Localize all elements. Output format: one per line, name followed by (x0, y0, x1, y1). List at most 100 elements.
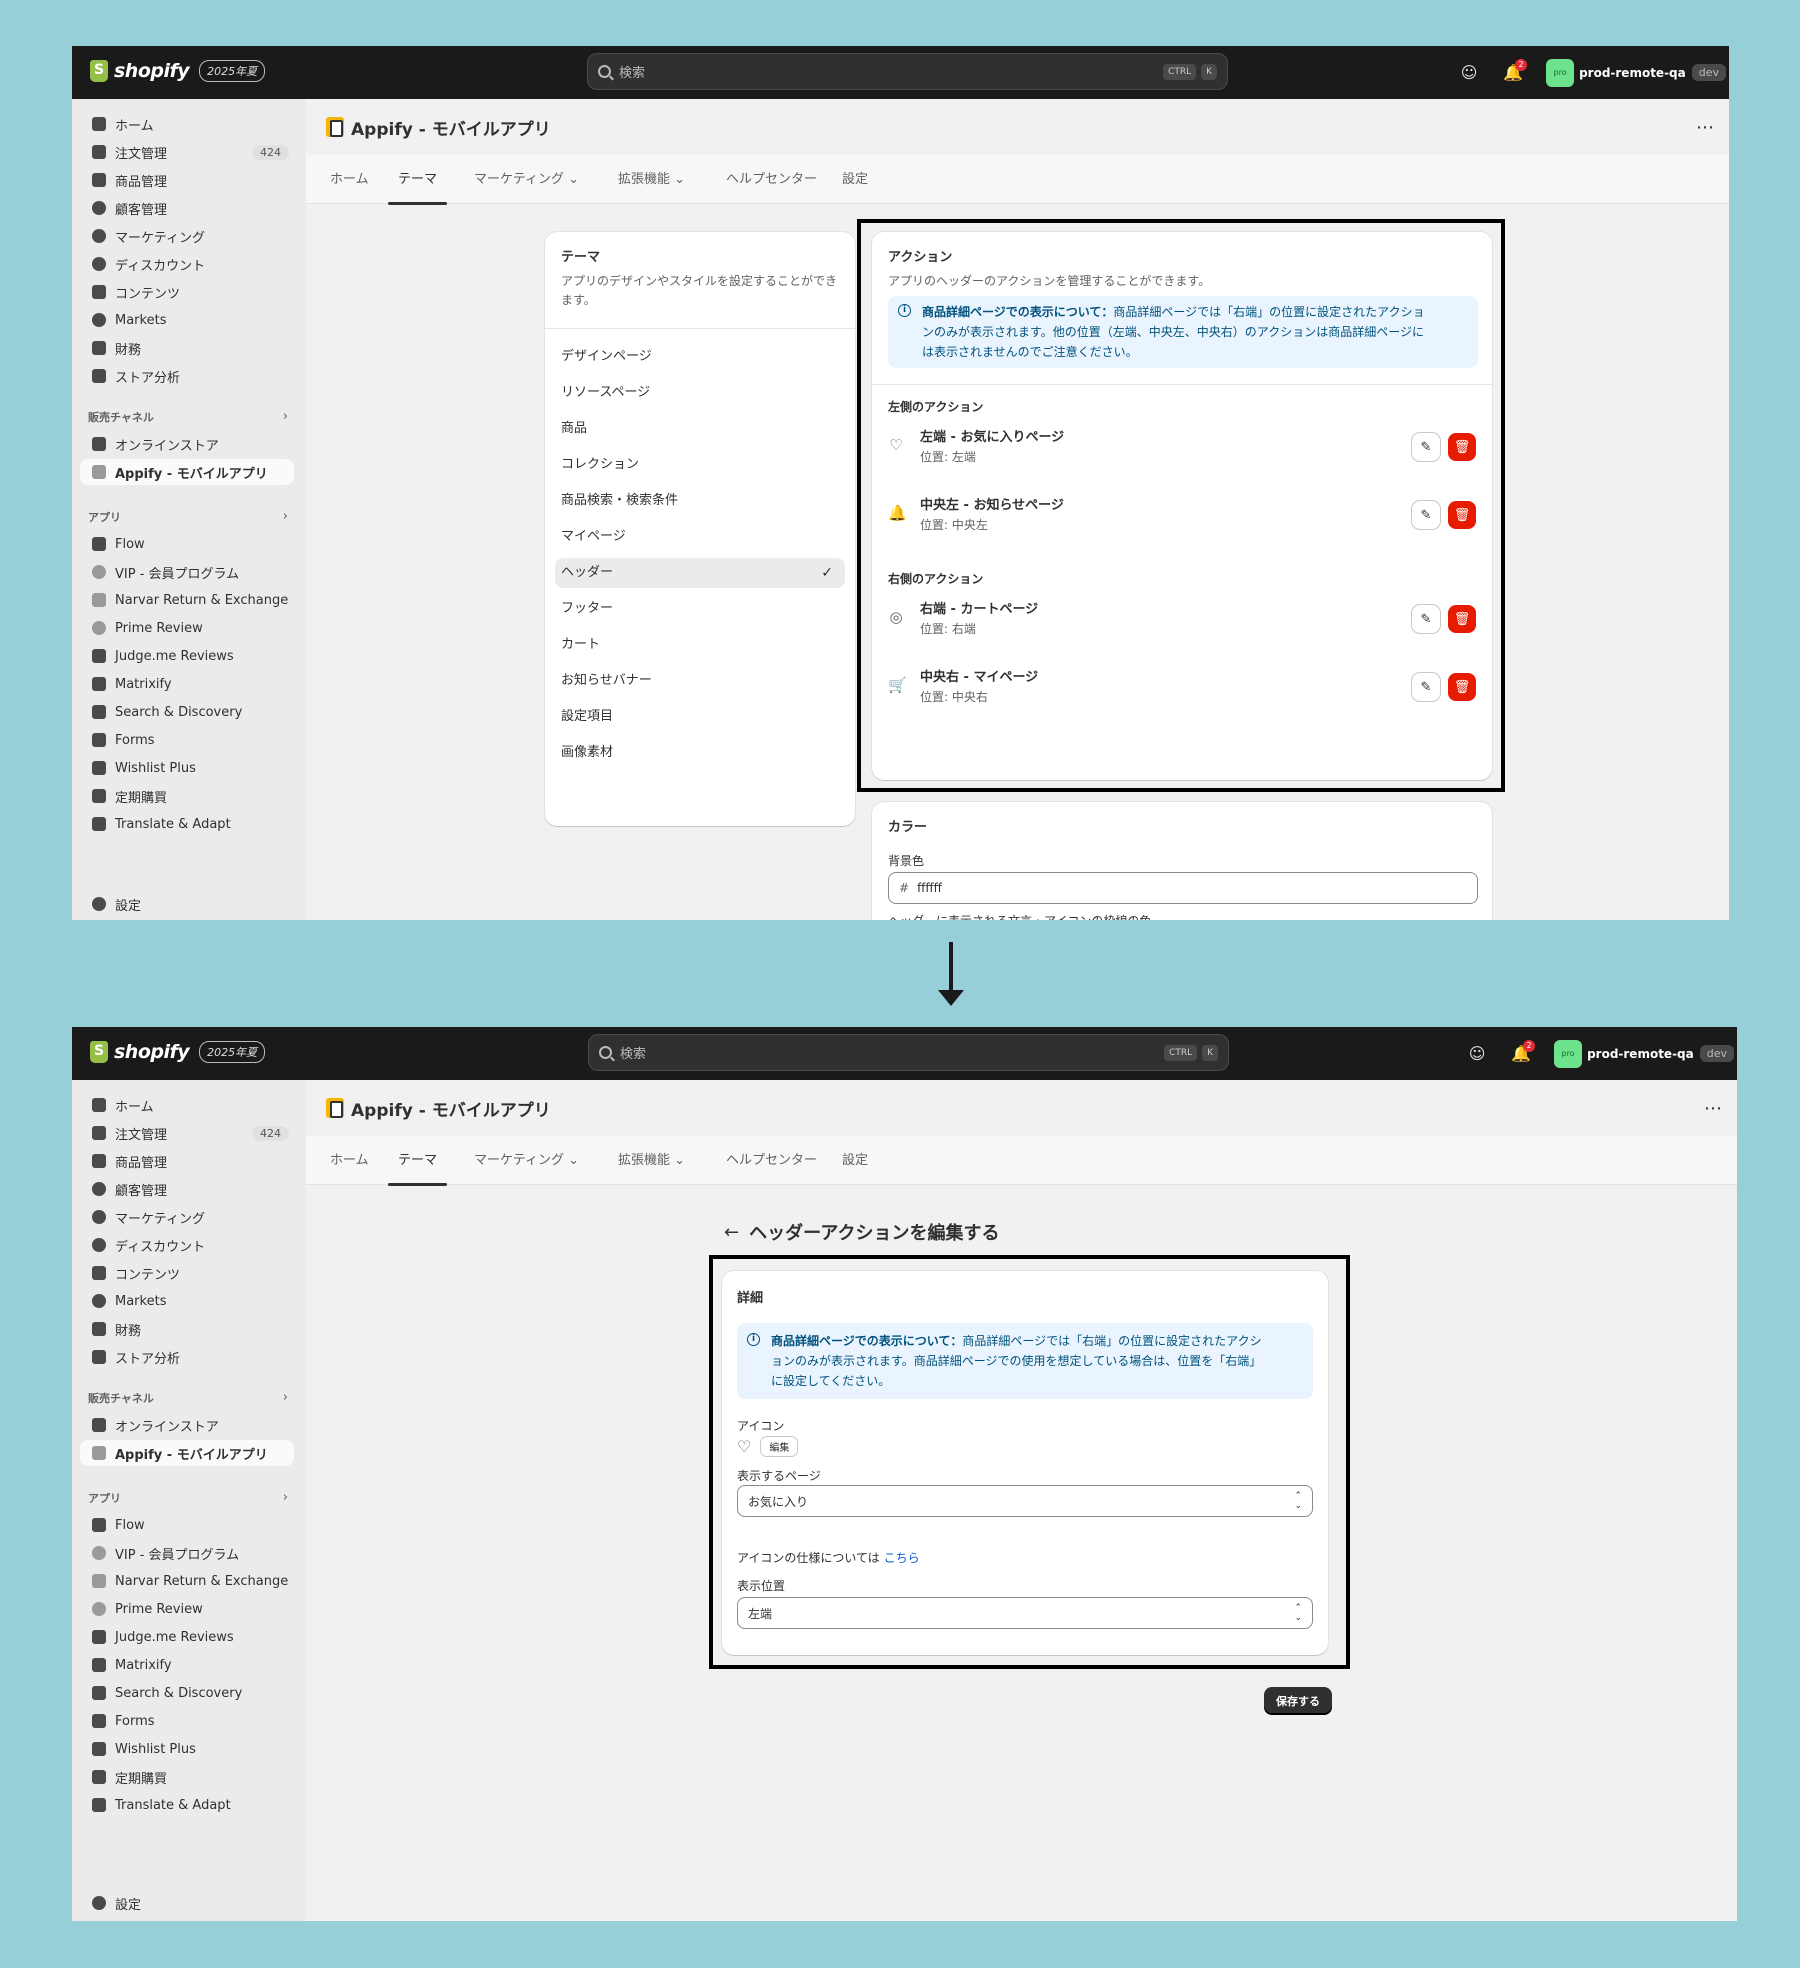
search-bar[interactable]: 検索 CTRL K (587, 53, 1228, 90)
more-actions-button[interactable]: ⋯ (1696, 117, 1715, 138)
search-bar[interactable]: 検索 CTRL K (588, 1034, 1229, 1071)
sidebar-item-appify[interactable]: Appify - モバイルアプリ (80, 459, 294, 485)
theme-item-product-search[interactable]: 商品検索・検索条件 (555, 486, 845, 516)
sidebar-item-matrixify[interactable]: Matrixify (80, 1652, 294, 1678)
sidebar-item-customers[interactable]: 顧客管理 (80, 1176, 294, 1202)
sidebar-item-forms[interactable]: Forms (80, 1708, 294, 1734)
sidebar-item-analytics[interactable]: ストア分析 (80, 1344, 294, 1370)
sidebar-item-subscription[interactable]: 定期購買 (80, 783, 294, 809)
sidebar-item-wishlist[interactable]: Wishlist Plus (80, 755, 294, 781)
sidekick-icon[interactable]: ☺ (1458, 62, 1480, 84)
sidebar-item-narvar[interactable]: Narvar Return & Exchange (80, 587, 294, 613)
sidebar-item-settings[interactable]: 設定 (80, 1890, 294, 1916)
sidebar-item-home[interactable]: ホーム (80, 1092, 294, 1118)
save-button[interactable]: 保存する (1264, 1687, 1332, 1715)
sidebar-item-matrixify[interactable]: Matrixify (80, 671, 294, 697)
sidebar-item-orders[interactable]: 注文管理 424 (80, 1120, 294, 1146)
more-actions-button[interactable]: ⋯ (1704, 1098, 1723, 1119)
bg-color-field[interactable]: # ffffff (888, 872, 1478, 904)
sidebar-item-label: Flow (115, 536, 145, 552)
sidebar-item-search-discovery[interactable]: Search & Discovery (80, 1680, 294, 1706)
sidebar-item-marketing[interactable]: マーケティング (80, 1204, 294, 1230)
sales-channels-heading[interactable]: 販売チャネル › (88, 409, 288, 425)
theme-item-footer[interactable]: フッター (555, 594, 845, 624)
tab-settings[interactable]: 設定 (832, 1136, 878, 1185)
sidebar-item-narvar[interactable]: Narvar Return & Exchange (80, 1568, 294, 1594)
subscription-icon (92, 789, 106, 803)
notification-bell-icon[interactable]: 🔔 2 (1502, 58, 1528, 84)
tab-theme[interactable]: テーマ (388, 1136, 448, 1186)
tab-marketing[interactable]: マーケティング ⌄ (464, 155, 589, 204)
sidebar-item-vip[interactable]: VIP - 会員プログラム (80, 559, 294, 585)
shopify-logo[interactable]: shopify 2025年夏 (90, 60, 266, 82)
sales-channels-heading[interactable]: 販売チャネル › (88, 1390, 288, 1406)
sidebar-item-markets[interactable]: Markets (80, 1288, 294, 1314)
theme-item-header[interactable]: ヘッダー ✓ (555, 558, 845, 588)
store-avatar[interactable]: pro (1546, 58, 1575, 87)
sidebar-item-marketing[interactable]: マーケティング (80, 223, 294, 249)
sidebar-item-translate[interactable]: Translate & Adapt (80, 1792, 294, 1818)
apps-heading[interactable]: アプリ › (88, 509, 288, 525)
shopify-logo[interactable]: shopify 2025年夏 (90, 1041, 266, 1063)
sidebar-item-finance[interactable]: 財務 (80, 1316, 294, 1342)
back-arrow-icon[interactable]: ← (724, 1222, 739, 1243)
tab-help-center[interactable]: ヘルプセンター (716, 1136, 827, 1185)
sidebar-item-flow[interactable]: Flow (80, 531, 294, 557)
sidebar-item-products[interactable]: 商品管理 (80, 1148, 294, 1174)
sidebar-item-prime-review[interactable]: Prime Review (80, 615, 294, 641)
tab-extensions[interactable]: 拡張機能 ⌄ (608, 1136, 695, 1185)
sidebar-item-appify[interactable]: Appify - モバイルアプリ (80, 1440, 294, 1466)
sidebar-item-flow[interactable]: Flow (80, 1512, 294, 1538)
sidebar-item-vip[interactable]: VIP - 会員プログラム (80, 1540, 294, 1566)
sidebar-item-discounts[interactable]: ディスカウント (80, 251, 294, 277)
sidebar-item-label: コンテンツ (115, 286, 181, 302)
theme-item-announcement-banner[interactable]: お知らせバナー (555, 666, 845, 696)
sidebar-item-translate[interactable]: Translate & Adapt (80, 811, 294, 837)
theme-item-image-assets[interactable]: 画像素材 (555, 738, 845, 768)
theme-item-design-page[interactable]: デザインページ (555, 342, 845, 372)
sidebar-item-search-discovery[interactable]: Search & Discovery (80, 699, 294, 725)
sidebar-item-markets[interactable]: Markets (80, 307, 294, 333)
theme-item-resource-page[interactable]: リソースページ (555, 378, 845, 408)
theme-item-cart[interactable]: カート (555, 630, 845, 660)
tab-home[interactable]: ホーム (320, 1136, 379, 1185)
sidebar-item-judgeme[interactable]: Judge.me Reviews (80, 643, 294, 669)
sidebar-item-label: オンラインストア (115, 1419, 219, 1435)
sidebar-item-analytics[interactable]: ストア分析 (80, 363, 294, 389)
sidebar-item-finance[interactable]: 財務 (80, 335, 294, 361)
theme-item-collection[interactable]: コレクション (555, 450, 845, 480)
sidebar-item-subscription[interactable]: 定期購買 (80, 1764, 294, 1790)
sidebar-item-online-store[interactable]: オンラインストア (80, 1412, 294, 1438)
store-name[interactable]: prod-remote-qa (1587, 1047, 1694, 1061)
sidebar-item-home[interactable]: ホーム (80, 111, 294, 137)
sidebar-item-wishlist[interactable]: Wishlist Plus (80, 1736, 294, 1762)
theme-item-product[interactable]: 商品 (555, 414, 845, 444)
notification-bell-icon[interactable]: 🔔 2 (1510, 1039, 1536, 1065)
sidebar-item-prime-review[interactable]: Prime Review (80, 1596, 294, 1622)
tab-extensions[interactable]: 拡張機能 ⌄ (608, 155, 695, 204)
tab-settings[interactable]: 設定 (832, 155, 878, 204)
tab-help-center[interactable]: ヘルプセンター (716, 155, 827, 204)
sidebar-item-forms[interactable]: Forms (80, 727, 294, 753)
sidebar-item-content[interactable]: コンテンツ (80, 1260, 294, 1286)
sidebar-item-settings[interactable]: 設定 (80, 891, 294, 917)
sidebar-item-products[interactable]: 商品管理 (80, 167, 294, 193)
theme-item-settings-fields[interactable]: 設定項目 (555, 702, 845, 732)
tab-marketing[interactable]: マーケティング ⌄ (464, 1136, 589, 1185)
sidebar-item-label: 財務 (115, 1323, 142, 1339)
tab-home[interactable]: ホーム (320, 155, 379, 204)
sidebar-item-online-store[interactable]: オンラインストア (80, 431, 294, 457)
sidebar-item-customers[interactable]: 顧客管理 (80, 195, 294, 221)
apps-heading[interactable]: アプリ › (88, 1490, 288, 1506)
shortcut-key-k: K (1201, 63, 1217, 80)
sidebar-item-content[interactable]: コンテンツ (80, 279, 294, 305)
store-name[interactable]: prod-remote-qa (1579, 66, 1686, 80)
sidekick-icon[interactable]: ☺ (1466, 1043, 1488, 1065)
sidebar-item-judgeme[interactable]: Judge.me Reviews (80, 1624, 294, 1650)
tab-theme[interactable]: テーマ (388, 155, 448, 205)
theme-item-my-page[interactable]: マイページ (555, 522, 845, 552)
sidebar-item-orders[interactable]: 注文管理 424 (80, 139, 294, 165)
sidebar-item-discounts[interactable]: ディスカウント (80, 1232, 294, 1258)
sidebar-item-label: Wishlist Plus (115, 760, 196, 776)
store-avatar[interactable]: pro (1554, 1039, 1583, 1068)
